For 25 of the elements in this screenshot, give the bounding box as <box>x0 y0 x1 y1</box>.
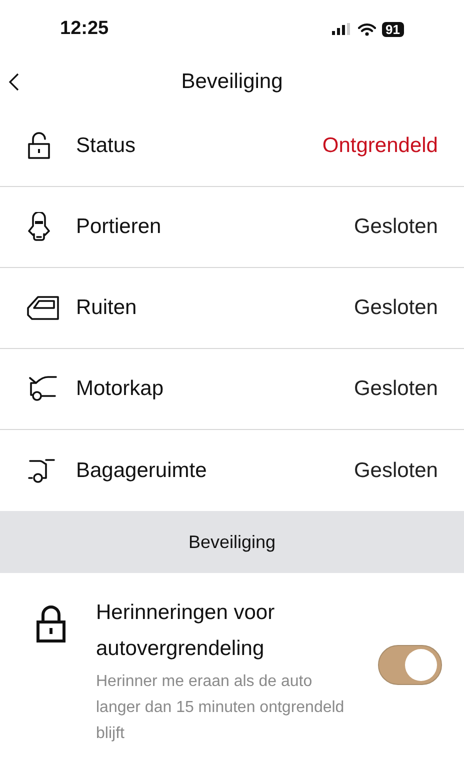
back-icon[interactable] <box>8 72 20 92</box>
row-value: Gesloten <box>354 376 438 402</box>
page-title: Beveiliging <box>181 69 283 96</box>
toggle-switch[interactable] <box>378 645 442 685</box>
row-value: Gesloten <box>354 295 438 322</box>
setting-title: Herinneringen voor autovergrendeling <box>96 600 276 662</box>
row-value: Ontgrendeld <box>322 133 438 160</box>
row-value: Gesloten <box>354 458 438 484</box>
row-label: Motorkap <box>76 376 164 402</box>
setting-description: Herinner me eraan als de auto langer dan 15 minuten ontgrendeld blijft <box>96 672 346 744</box>
wifi-icon <box>358 22 376 36</box>
section-header: Beveiliging <box>0 511 464 573</box>
car-open-hood-icon <box>26 375 60 403</box>
row-label: Portieren <box>76 214 162 240</box>
padlock-icon <box>26 132 52 160</box>
car-top-view-icon <box>26 212 52 242</box>
row-label: Bagageruimte <box>76 458 207 484</box>
battery-level: 91 <box>382 22 404 36</box>
clock-time: 12:25 <box>60 16 109 41</box>
padlock-icon <box>36 605 66 643</box>
row-label: Ruiten <box>76 295 137 322</box>
row-value: Gesloten <box>354 214 438 240</box>
car-door-icon <box>26 295 60 321</box>
signal-icon <box>332 23 352 35</box>
row-label: Status <box>76 133 136 160</box>
